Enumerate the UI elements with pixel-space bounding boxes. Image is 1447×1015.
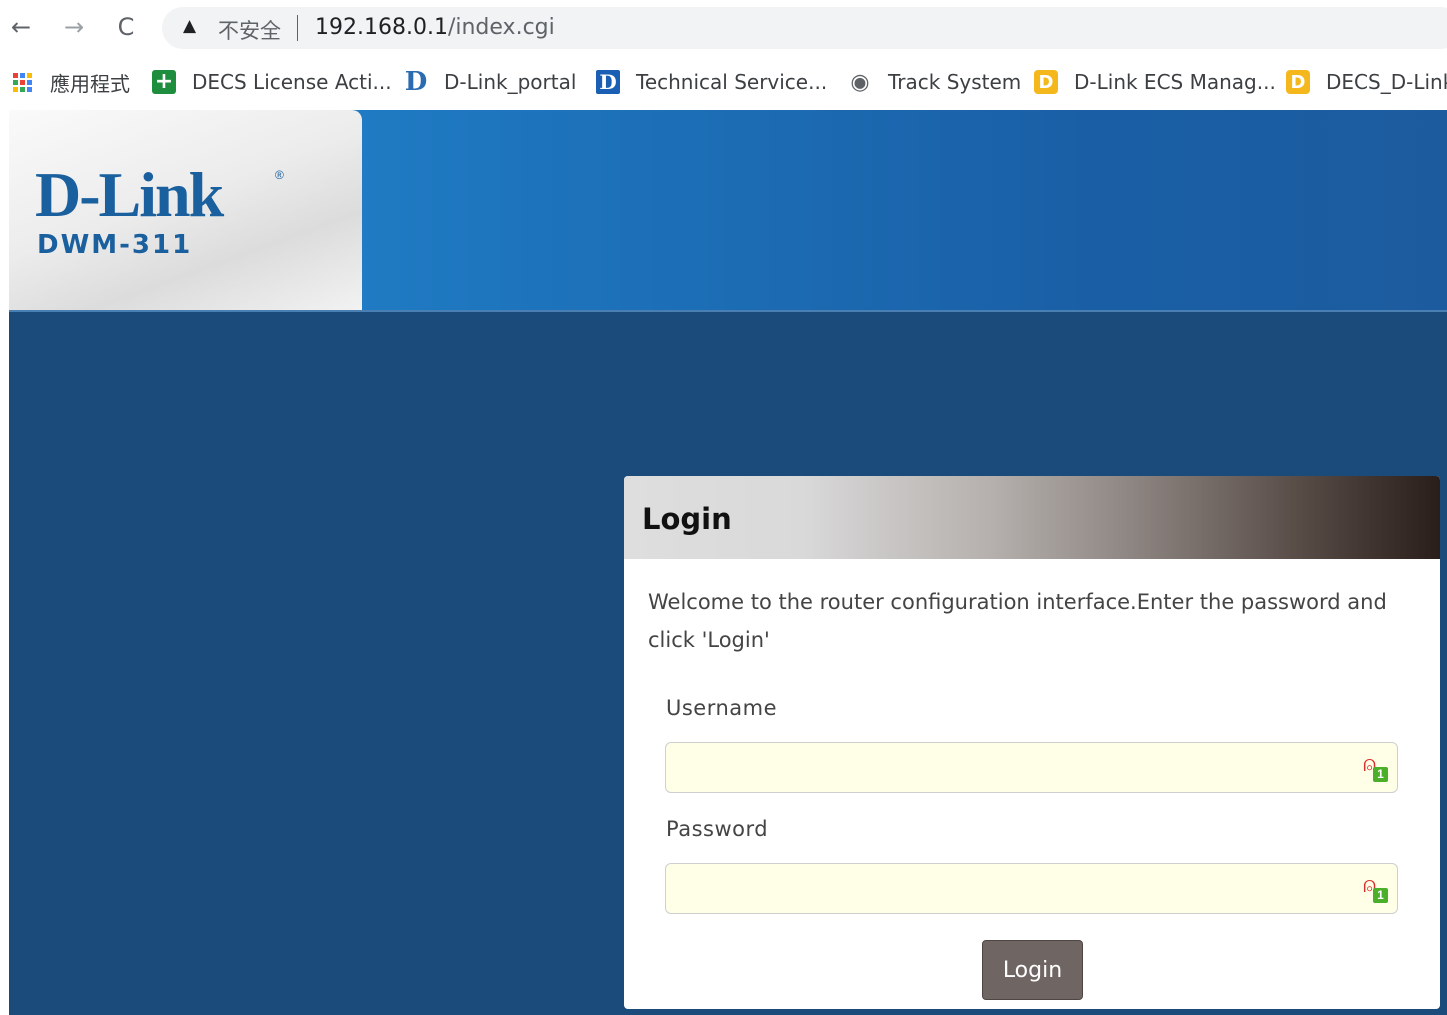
d-box-icon: D	[596, 70, 620, 94]
password-input[interactable]	[666, 864, 1374, 913]
password-label: Password	[666, 817, 769, 841]
d-yellow-icon: D	[1034, 70, 1058, 94]
login-title: Login	[642, 502, 732, 536]
bookmark-technical-service[interactable]: D Technical Service...	[596, 68, 827, 96]
username-label: Username	[666, 696, 778, 720]
bookmark-label: 應用程式	[50, 71, 130, 96]
bookmark-label: DECS_D-Link	[1326, 70, 1447, 94]
bookmark-label: Technical Service...	[636, 70, 828, 94]
dlink-logo: D-Link ® DWM-311	[9, 110, 362, 310]
bookmark-track-system[interactable]: ◉ Track System	[848, 68, 1021, 96]
apps-grid-icon	[10, 70, 34, 94]
url-host: 192.168.0.1	[315, 15, 448, 40]
password-count-badge: 1	[1373, 888, 1388, 903]
bookmark-label: Track System	[888, 70, 1022, 94]
model-name: DWM-311	[37, 230, 193, 260]
login-button[interactable]: Login	[982, 940, 1083, 1000]
forward-icon[interactable]: →	[57, 10, 91, 44]
username-input[interactable]	[666, 743, 1374, 792]
bookmark-label: DECS License Acti...	[192, 70, 392, 94]
browser-toolbar: ← → C ▲ 不安全 192.168.0.1/index.cgi	[0, 0, 1447, 56]
bookmark-dlink-ecs[interactable]: D D-Link ECS Manag...	[1034, 68, 1276, 96]
login-header: Login	[624, 476, 1440, 559]
security-status[interactable]: 不安全	[218, 15, 281, 45]
username-field-container: ⍝ 1	[665, 742, 1398, 793]
password-manager-icon[interactable]: ⍝ 1	[1361, 754, 1389, 784]
address-bar[interactable]: ▲ 不安全 192.168.0.1/index.cgi	[162, 7, 1447, 49]
warning-icon[interactable]: ▲	[183, 17, 201, 35]
d-icon: D	[404, 67, 428, 97]
d-yellow-icon: D	[1286, 70, 1310, 94]
bookmark-label: D-Link_portal	[444, 70, 577, 94]
password-count-badge: 1	[1373, 767, 1388, 782]
bookmark-decs-dlink[interactable]: D DECS_D-Link	[1286, 68, 1447, 96]
login-panel: Login Welcome to the router configuratio…	[624, 476, 1440, 1009]
welcome-message: Welcome to the router configuration inte…	[648, 590, 1387, 652]
password-manager-icon[interactable]: ⍝ 1	[1361, 875, 1389, 905]
registered-mark: ®	[275, 168, 284, 182]
reload-icon[interactable]: C	[109, 10, 143, 44]
address-divider	[297, 15, 298, 41]
globe-icon: ◉	[850, 69, 870, 95]
password-field-container: ⍝ 1	[665, 863, 1398, 914]
url-path: /index.cgi	[447, 15, 555, 40]
back-icon[interactable]: ←	[4, 10, 38, 44]
router-page: D-Link ® DWM-311 Login Welcome to the ro…	[9, 110, 1447, 1015]
bookmark-apps[interactable]: 應用程式	[10, 68, 130, 96]
logo-text: D-Link	[35, 159, 224, 230]
bookmark-label: D-Link ECS Manag...	[1074, 70, 1276, 94]
bookmark-decs-license[interactable]: + DECS License Acti...	[152, 68, 392, 96]
header-banner: D-Link ® DWM-311	[9, 110, 1447, 312]
bookmarks-bar: 應用程式 + DECS License Acti... D D-Link_por…	[0, 56, 1447, 108]
bookmark-dlink-portal[interactable]: D D-Link_portal	[404, 67, 577, 97]
plus-icon: +	[152, 70, 176, 94]
url-text[interactable]: 192.168.0.1/index.cgi	[315, 15, 555, 40]
